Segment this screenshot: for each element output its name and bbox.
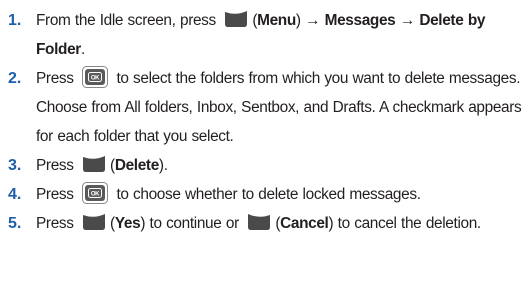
step-number: 3.: [8, 157, 22, 174]
step-2: 2. Press OK to select the folders from w…: [8, 64, 524, 151]
step-text: Press (Yes) to continue or (Cancel) to c…: [36, 209, 524, 238]
step-text: From the Idle screen, press (Menu) → Mes…: [36, 6, 524, 64]
instructions-document: 1. From the Idle screen, press (Menu) → …: [0, 0, 530, 293]
step-1: 1. From the Idle screen, press (Menu) → …: [8, 6, 524, 64]
left-softkey-icon: [82, 155, 106, 173]
left-softkey-icon: [82, 213, 106, 231]
step-3: 3. Press (Delete).: [8, 151, 524, 180]
right-softkey-icon: [247, 213, 271, 231]
step-number: 1.: [8, 12, 22, 29]
step-text: Press OK to choose whether to delete loc…: [36, 180, 524, 209]
ok-key-icon: OK: [82, 181, 109, 204]
svg-text:OK: OK: [91, 192, 100, 198]
step-5: 5. Press (Yes) to continue or (Cancel) t…: [8, 209, 524, 238]
svg-text:OK: OK: [91, 76, 100, 82]
step-number: 4.: [8, 186, 22, 203]
step-number: 2.: [8, 70, 22, 87]
step-4: 4. Press OK to choose whether to delete …: [8, 180, 524, 209]
ok-key-icon: OK: [82, 65, 109, 88]
left-softkey-icon: [224, 10, 248, 28]
step-text: Press (Delete).: [36, 151, 524, 180]
step-number: 5.: [8, 215, 22, 232]
step-text: Press OK to select the folders from whic…: [36, 64, 524, 151]
